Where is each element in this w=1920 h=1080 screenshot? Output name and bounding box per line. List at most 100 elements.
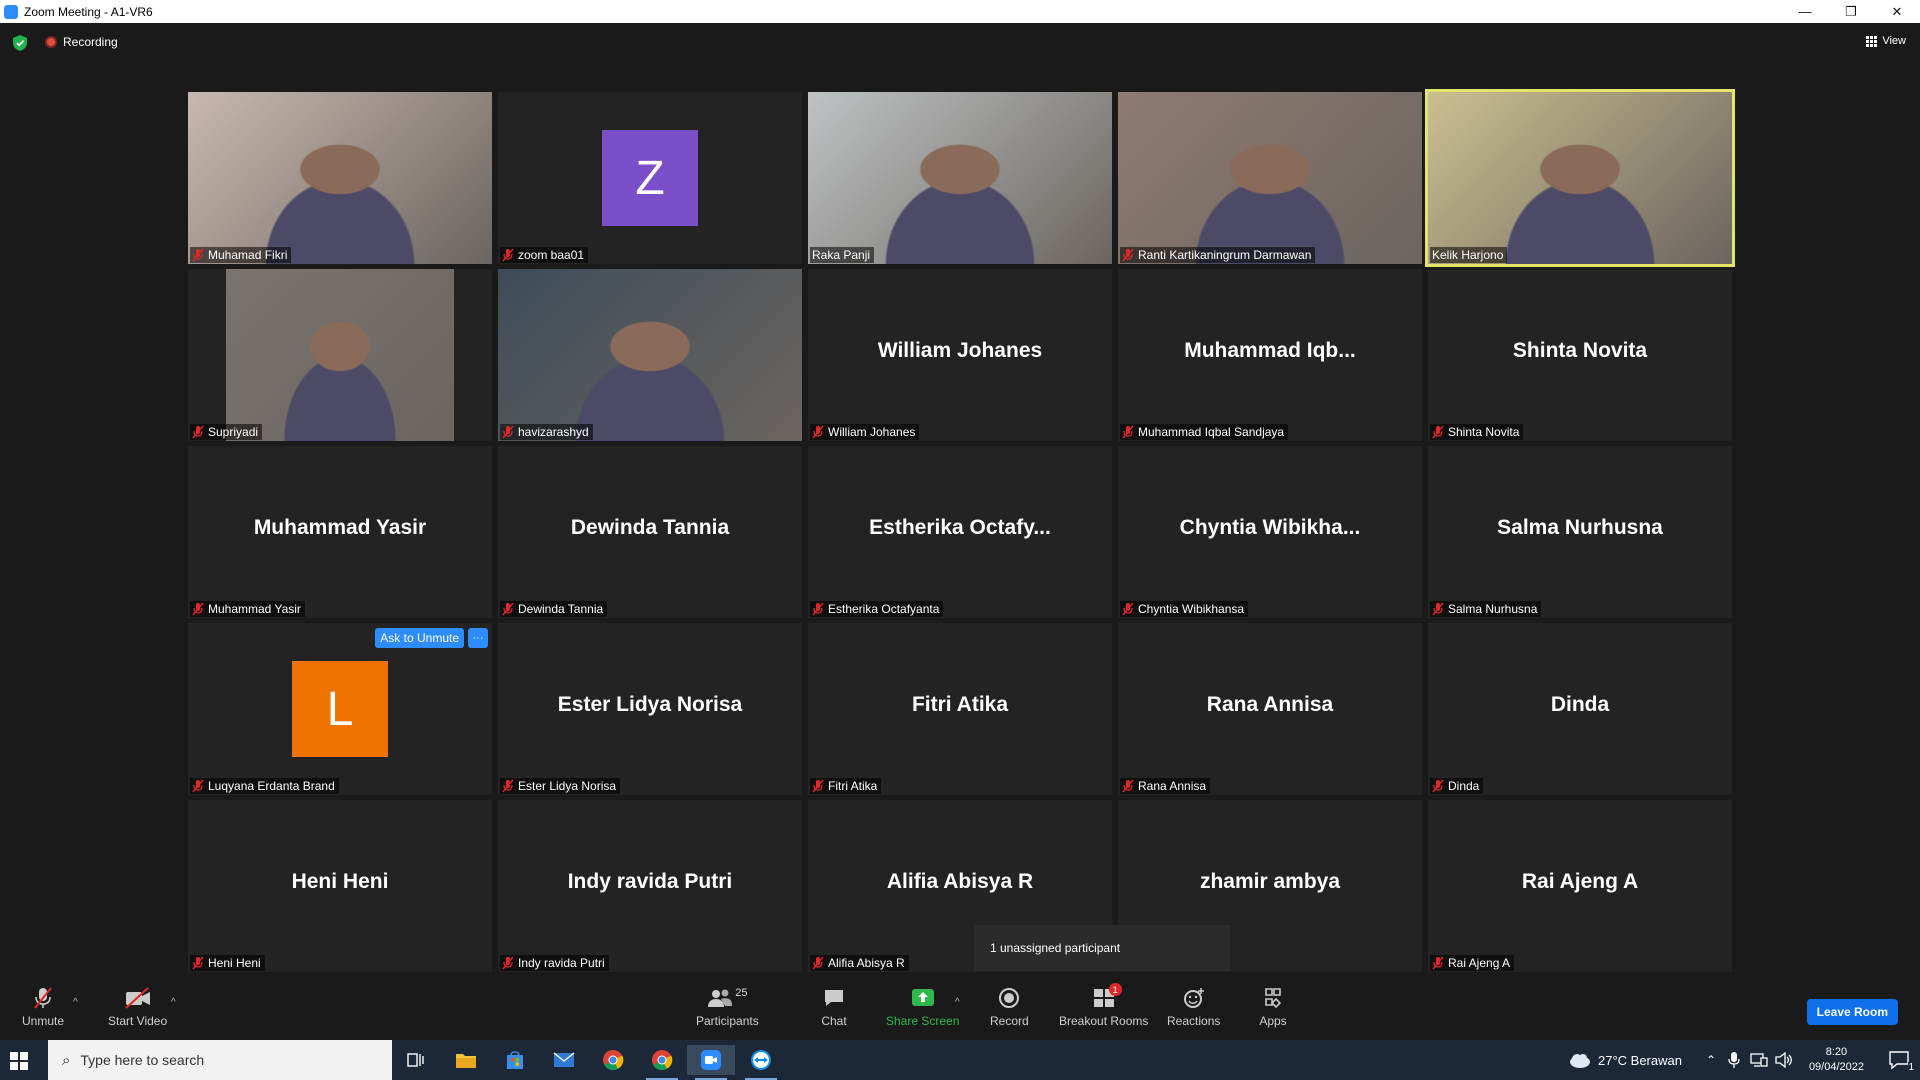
encryption-shield-icon[interactable] (13, 35, 27, 51)
microphone-tray-icon[interactable] (1728, 1040, 1740, 1080)
start-video-button[interactable]: Start Video (108, 985, 167, 1028)
participant-name: Luqyana Erdanta Brand (208, 779, 335, 793)
window-title: Zoom Meeting - A1-VR6 (24, 4, 153, 19)
video-off-icon (124, 985, 152, 1011)
teamviewer-icon[interactable] (737, 1045, 785, 1080)
participant-name-label: Rai Ajeng A (1430, 955, 1515, 971)
breakout-rooms-button[interactable]: 1 Breakout Rooms (1059, 983, 1148, 1028)
ask-to-unmute-button[interactable]: Ask to Unmute (375, 628, 464, 648)
muted-mic-icon (812, 425, 824, 439)
share-screen-label: Share Screen (886, 1014, 960, 1028)
chrome-profile-icon[interactable] (638, 1045, 686, 1080)
participant-tile[interactable]: Dewinda Tannia Dewinda Tannia (498, 446, 802, 618)
muted-mic-icon (502, 956, 514, 970)
record-button[interactable]: Record (990, 985, 1029, 1028)
share-options-caret-icon[interactable]: ^ (955, 997, 960, 1008)
participant-tile[interactable]: Estherika Octafy... Estherika Octafyanta (808, 446, 1112, 618)
participant-name: Ranti Kartikaningrum Darmawan (1138, 248, 1312, 262)
participant-name-label: Alifia Abisya R (810, 955, 909, 971)
view-button[interactable]: View (1866, 35, 1906, 47)
share-screen-button[interactable]: Share Screen (886, 985, 959, 1028)
system-clock[interactable]: 8:20 09/04/2022 (1809, 1045, 1864, 1075)
grid-view-icon (1866, 35, 1878, 47)
meeting-toolbar: Unmute ^ Start Video ^ 25 Participants C… (0, 981, 1920, 1040)
participant-tile[interactable]: L Ask to Unmute ··· Luqyana Erdanta Brand (188, 623, 492, 795)
reactions-button[interactable]: Reactions (1167, 985, 1220, 1028)
zoom-taskbar-icon[interactable] (687, 1045, 735, 1080)
audio-options-caret-icon[interactable]: ^ (73, 997, 78, 1008)
start-video-label: Start Video (108, 1014, 168, 1028)
apps-label: Apps (1259, 1014, 1287, 1028)
windows-start-icon[interactable] (10, 1052, 28, 1070)
restore-button[interactable]: ❐ (1828, 0, 1874, 23)
mail-icon[interactable] (540, 1045, 588, 1075)
volume-icon[interactable] (1775, 1040, 1793, 1080)
video-options-caret-icon[interactable]: ^ (171, 997, 176, 1008)
participant-display-name: William Johanes (877, 339, 1043, 362)
participant-tile[interactable]: Supriyadi (188, 269, 492, 441)
participant-display-name: Rai Ajeng A (1521, 870, 1639, 893)
participant-name: Muhammad Iqbal Sandjaya (1138, 425, 1285, 439)
participant-tile[interactable]: Zzoom baa01 (498, 92, 802, 264)
leave-room-button[interactable]: Leave Room (1806, 999, 1898, 1025)
participant-tile[interactable]: Rai Ajeng A Rai Ajeng A (1428, 800, 1732, 972)
participant-tile[interactable]: Ranti Kartikaningrum Darmawan (1118, 92, 1422, 264)
participant-tile[interactable]: Raka Panji (808, 92, 1112, 264)
muted-mic-icon (192, 425, 204, 439)
participant-tile[interactable]: Kelik Harjono (1425, 89, 1735, 267)
participant-display-name: zhamir ambya (1199, 870, 1341, 893)
chrome-icon[interactable] (589, 1045, 637, 1075)
participant-avatar: Z (602, 130, 698, 226)
participants-button[interactable]: 25 Participants (696, 985, 759, 1028)
participant-tile[interactable]: Fitri Atika Fitri Atika (808, 623, 1112, 795)
recording-dot-icon (45, 36, 57, 48)
unassigned-tooltip: 1 unassigned participant (974, 925, 1230, 971)
participant-display-name: Rana Annisa (1206, 693, 1334, 716)
participant-video (1428, 92, 1732, 264)
reactions-label: Reactions (1167, 1014, 1221, 1028)
participant-tile[interactable]: Chyntia Wibikha... Chyntia Wibikhansa (1118, 446, 1422, 618)
participants-label: Participants (696, 1014, 759, 1028)
task-view-icon[interactable] (392, 1045, 440, 1075)
close-button[interactable]: ✕ (1874, 0, 1920, 23)
participant-name-label: Indy ravida Putri (500, 955, 609, 971)
participant-tile[interactable]: Dinda Dinda (1428, 623, 1732, 795)
muted-mic-icon (1432, 602, 1444, 616)
participant-tile[interactable]: Muhammad Iqb... Muhammad Iqbal Sandjaya (1118, 269, 1422, 441)
participant-tile[interactable]: Indy ravida Putri Indy ravida Putri (498, 800, 802, 972)
store-icon[interactable] (491, 1045, 539, 1075)
participant-name-label: Kelik Harjono (1430, 247, 1508, 263)
participant-name: Estherika Octafyanta (828, 602, 940, 616)
participant-video (1118, 92, 1422, 264)
minimize-button[interactable]: — (1782, 0, 1828, 23)
muted-mic-icon (1122, 602, 1134, 616)
muted-mic-icon (502, 602, 514, 616)
unmute-button[interactable]: Unmute (22, 985, 64, 1028)
notifications-button[interactable]: 1 (1888, 1040, 1914, 1080)
participant-display-name: Heni Heni (291, 870, 389, 893)
participant-tile[interactable]: Rana Annisa Rana Annisa (1118, 623, 1422, 795)
participant-tile[interactable]: Salma Nurhusna Salma Nurhusna (1428, 446, 1732, 618)
muted-mic-icon (812, 602, 824, 616)
show-hidden-icons[interactable]: ⌃ (1706, 1040, 1716, 1080)
participant-tile[interactable]: havizarashyd (498, 269, 802, 441)
file-explorer-icon[interactable] (442, 1045, 490, 1075)
participant-name-label: Raka Panji (810, 247, 875, 263)
chat-button[interactable]: Chat (820, 985, 848, 1028)
network-icon[interactable] (1750, 1040, 1768, 1080)
participant-tile[interactable]: Ester Lidya Norisa Ester Lidya Norisa (498, 623, 802, 795)
apps-button[interactable]: Apps (1259, 985, 1287, 1028)
taskbar-search[interactable]: ⌕ Type here to search (48, 1040, 392, 1080)
recording-indicator[interactable]: Recording (45, 35, 118, 49)
weather-widget[interactable]: 27°C Berawan (1568, 1040, 1682, 1080)
participant-tile[interactable]: William Johanes William Johanes (808, 269, 1112, 441)
participant-tile[interactable]: Muhamad Fikri (188, 92, 492, 264)
participant-tile[interactable]: Shinta Novita Shinta Novita (1428, 269, 1732, 441)
participant-tile[interactable]: Heni Heni Heni Heni (188, 800, 492, 972)
more-options-button[interactable]: ··· (468, 628, 488, 648)
participant-name-label: Rana Annisa (1120, 778, 1211, 794)
participant-display-name: Muhammad Iqb... (1184, 339, 1356, 362)
muted-mic-icon (192, 248, 204, 262)
muted-mic-icon (1432, 779, 1444, 793)
participant-tile[interactable]: Muhammad Yasir Muhammad Yasir (188, 446, 492, 618)
